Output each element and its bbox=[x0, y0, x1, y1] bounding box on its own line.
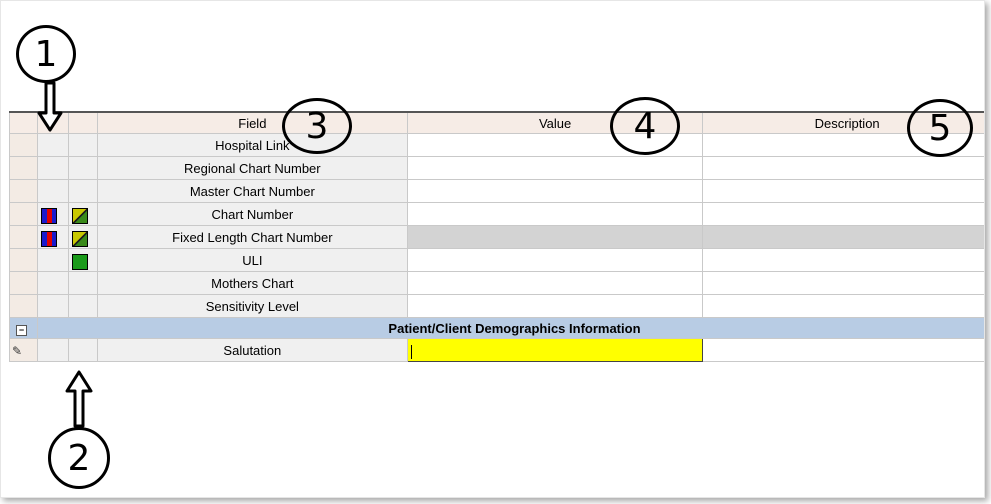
indicator-cell-1 bbox=[36, 133, 69, 157]
value-cell[interactable] bbox=[406, 271, 704, 295]
table-row[interactable]: Master Chart Number bbox=[9, 179, 984, 203]
value-cell[interactable] bbox=[406, 294, 704, 318]
value-cell[interactable] bbox=[406, 202, 704, 226]
description-cell bbox=[702, 202, 984, 226]
indicator-cell-2 bbox=[67, 248, 98, 272]
field-label: Master Chart Number bbox=[96, 179, 408, 203]
indicator-cell-1 bbox=[36, 271, 69, 295]
field-label: Regional Chart Number bbox=[96, 156, 408, 180]
indicator-cell-2 bbox=[67, 225, 98, 249]
indicator-cell-1 bbox=[36, 202, 69, 226]
description-cell bbox=[702, 179, 984, 203]
description-cell bbox=[702, 225, 984, 249]
indicator-cell-1 bbox=[36, 294, 69, 318]
description-cell bbox=[702, 338, 984, 362]
field-label: Hospital Link bbox=[96, 133, 408, 157]
callout-circle-4: 4 bbox=[610, 97, 680, 155]
row-selector[interactable] bbox=[9, 202, 38, 226]
data-grid: Field Value Description Hospital Link Re… bbox=[9, 111, 984, 401]
group-header-row[interactable]: − Patient/Client Demographics Informatio… bbox=[9, 317, 984, 339]
row-selector[interactable] bbox=[9, 294, 38, 318]
row-selector-header bbox=[9, 111, 38, 134]
yellow-green-diagonal-icon bbox=[71, 207, 88, 224]
table-row[interactable]: Fixed Length Chart Number bbox=[9, 225, 984, 249]
row-selector[interactable] bbox=[9, 271, 38, 295]
text-cursor bbox=[410, 344, 412, 359]
indicator-cell-2 bbox=[67, 202, 98, 226]
indicator-cell-1 bbox=[36, 338, 69, 362]
indicator-cell-2 bbox=[67, 156, 98, 180]
table-row[interactable]: ✎ Salutation bbox=[9, 338, 984, 362]
value-cell[interactable] bbox=[406, 248, 704, 272]
field-label: Mothers Chart bbox=[96, 271, 408, 295]
field-label: Fixed Length Chart Number bbox=[96, 225, 408, 249]
description-cell bbox=[702, 156, 984, 180]
screenshot-frame: Field Value Description Hospital Link Re… bbox=[0, 0, 985, 498]
field-column-header[interactable]: Field bbox=[96, 111, 408, 134]
indicator-cell-1 bbox=[36, 179, 69, 203]
table-row[interactable]: Chart Number bbox=[9, 202, 984, 226]
callout-circle-2: 2 bbox=[48, 427, 110, 489]
header-row: Field Value Description bbox=[9, 111, 984, 134]
field-value-table: Field Value Description Hospital Link Re… bbox=[9, 111, 984, 362]
blue-red-icon bbox=[40, 207, 57, 224]
collapse-toggle-icon[interactable]: − bbox=[16, 324, 27, 336]
table-row[interactable]: Mothers Chart bbox=[9, 271, 984, 295]
down-arrow-icon bbox=[37, 81, 63, 132]
table-row[interactable]: Regional Chart Number bbox=[9, 156, 984, 180]
blue-red-icon bbox=[40, 230, 57, 247]
yellow-green-diagonal-icon bbox=[71, 230, 88, 247]
callout-circle-3: 3 bbox=[282, 98, 352, 154]
row-selector[interactable] bbox=[9, 133, 38, 157]
field-label: Sensitivity Level bbox=[96, 294, 408, 318]
row-selector[interactable] bbox=[9, 248, 38, 272]
salutation-value-input[interactable] bbox=[406, 338, 704, 362]
field-label: ULI bbox=[96, 248, 408, 272]
description-cell bbox=[702, 248, 984, 272]
row-selector[interactable] bbox=[9, 179, 38, 203]
value-cell[interactable] bbox=[406, 156, 704, 180]
field-label: Salutation bbox=[96, 338, 408, 362]
pencil-edit-icon: ✎ bbox=[12, 343, 23, 358]
row-selector[interactable]: ✎ bbox=[9, 338, 38, 362]
row-selector[interactable] bbox=[9, 156, 38, 180]
indicator-column-2-header[interactable] bbox=[67, 111, 98, 134]
indicator-cell-2 bbox=[67, 133, 98, 157]
callout-circle-1: 1 bbox=[16, 25, 76, 83]
up-arrow-icon bbox=[65, 370, 93, 428]
table-row[interactable]: Sensitivity Level bbox=[9, 294, 984, 318]
indicator-cell-2 bbox=[67, 179, 98, 203]
indicator-cell-2 bbox=[67, 271, 98, 295]
row-selector[interactable] bbox=[9, 225, 38, 249]
indicator-cell-2 bbox=[67, 338, 98, 362]
description-cell bbox=[702, 294, 984, 318]
value-cell[interactable] bbox=[406, 179, 704, 203]
callout-circle-5: 5 bbox=[907, 99, 973, 157]
indicator-cell-2 bbox=[67, 294, 98, 318]
row-selector[interactable]: − bbox=[9, 317, 38, 339]
indicator-cell-1 bbox=[36, 248, 69, 272]
group-header-label: Patient/Client Demographics Information bbox=[36, 317, 984, 339]
indicator-cell-1 bbox=[36, 156, 69, 180]
indicator-cell-1 bbox=[36, 225, 69, 249]
table-row[interactable]: Hospital Link bbox=[9, 133, 984, 157]
description-cell bbox=[702, 271, 984, 295]
value-cell-disabled bbox=[406, 225, 704, 249]
green-square-icon bbox=[71, 253, 88, 270]
table-row[interactable]: ULI bbox=[9, 248, 984, 272]
field-label: Chart Number bbox=[96, 202, 408, 226]
